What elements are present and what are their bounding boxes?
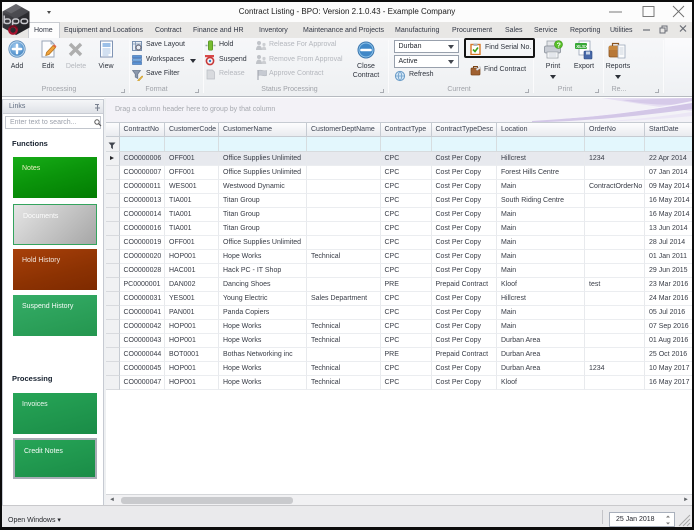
svg-text:?: ? [557, 42, 561, 49]
svg-text:XLSX: XLSX [576, 44, 589, 49]
